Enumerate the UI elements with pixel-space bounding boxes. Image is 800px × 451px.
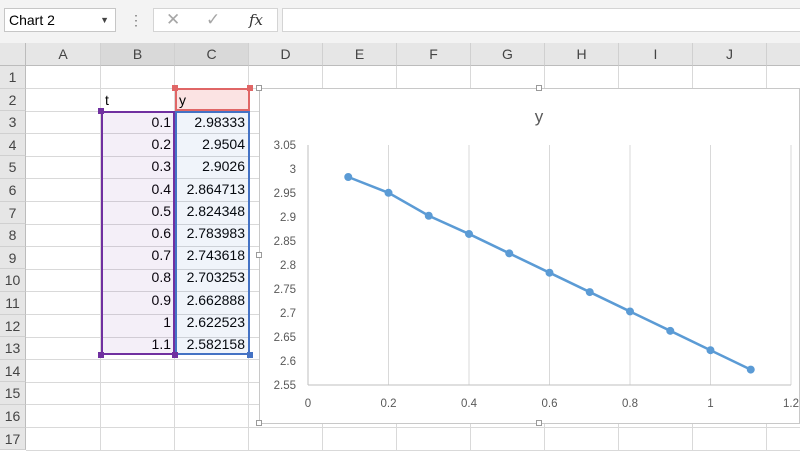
- row-header-7[interactable]: 7: [0, 201, 26, 225]
- row-header-12[interactable]: 12: [0, 314, 26, 338]
- y-tick-label: 2.7: [280, 308, 296, 320]
- y-tick-label: 3.05: [274, 140, 296, 152]
- y-tick-label: 2.8: [280, 260, 296, 272]
- data-point: [666, 326, 675, 335]
- y-tick-label: 2.55: [274, 380, 296, 392]
- chart-resize-handle[interactable]: [256, 252, 262, 258]
- y-tick-label: 2.95: [274, 188, 296, 200]
- range-handle[interactable]: [98, 108, 104, 114]
- column-header-e[interactable]: E: [323, 43, 397, 66]
- range-handle[interactable]: [247, 85, 253, 91]
- y-tick-label: 3: [290, 164, 296, 176]
- data-point: [384, 188, 393, 197]
- row-header-14[interactable]: 14: [0, 359, 26, 383]
- range-highlight-header: [175, 88, 250, 111]
- chart-title: y: [535, 107, 544, 126]
- row-header-6[interactable]: 6: [0, 179, 26, 202]
- enter-icon[interactable]: ✓: [206, 10, 220, 30]
- data-point: [585, 288, 594, 297]
- column-header-i[interactable]: I: [619, 43, 693, 66]
- data-point: [545, 268, 554, 277]
- chart-resize-handle[interactable]: [536, 85, 542, 91]
- chart-svg: y 0 0.2 0.4 0.6 0.8 1 1.2 2.55 2.6 2.65 2.7 2.75 2.8…: [274, 107, 799, 410]
- column-header-partial[interactable]: [767, 43, 800, 66]
- chart-resize-handle[interactable]: [536, 420, 542, 426]
- insert-function-icon[interactable]: fx: [249, 11, 263, 29]
- column-header-h[interactable]: H: [545, 43, 619, 66]
- range-handle[interactable]: [98, 352, 104, 358]
- data-point: [344, 173, 353, 182]
- name-box[interactable]: Chart 2 ▼: [4, 8, 116, 32]
- x-tick-label: 0.8: [622, 398, 638, 410]
- row-header-11[interactable]: 11: [0, 292, 26, 315]
- chart-resize-handle[interactable]: [256, 85, 262, 91]
- data-point: [505, 249, 514, 258]
- column-header-a[interactable]: A: [26, 43, 101, 66]
- row-header-8[interactable]: 8: [0, 224, 26, 247]
- data-point: [465, 229, 473, 238]
- range-highlight-y: [175, 111, 250, 355]
- x-tick-label: 1: [707, 398, 713, 410]
- row-header-16[interactable]: 16: [0, 405, 26, 428]
- y-tick-label: 2.65: [274, 332, 296, 344]
- data-point: [706, 346, 715, 355]
- row-header-5[interactable]: 5: [0, 156, 26, 179]
- range-highlight-t: [101, 111, 175, 355]
- x-tick-label: 0.2: [381, 398, 397, 410]
- chevron-down-icon[interactable]: ▼: [100, 9, 109, 31]
- row-header-4[interactable]: 4: [0, 133, 26, 157]
- column-header-f[interactable]: F: [397, 43, 471, 66]
- data-point: [626, 307, 634, 316]
- row-header-3[interactable]: 3: [0, 111, 26, 134]
- row-header-10[interactable]: 10: [0, 269, 26, 292]
- row-header-15[interactable]: 15: [0, 382, 26, 405]
- y-tick-label: 2.6: [280, 356, 296, 368]
- formula-input[interactable]: [282, 8, 800, 32]
- row-header-1[interactable]: 1: [0, 66, 26, 89]
- y-tick-label: 2.9: [280, 212, 296, 224]
- formula-bar: Chart 2 ▼ ⋮ ✕ ✓ fx: [0, 0, 800, 43]
- cancel-icon[interactable]: ✕: [166, 10, 180, 30]
- name-box-value: Chart 2: [9, 12, 55, 28]
- y-tick-label: 2.85: [274, 236, 296, 248]
- x-tick-label: 0.4: [461, 398, 478, 410]
- column-header-b[interactable]: B: [101, 43, 175, 66]
- range-handle[interactable]: [247, 352, 253, 358]
- row-header-2[interactable]: 2: [0, 88, 26, 112]
- row-header-13[interactable]: 13: [0, 337, 26, 360]
- gridline: [26, 427, 800, 428]
- chart-object[interactable]: y 0 0.2 0.4 0.6 0.8 1 1.2 2.55 2.6 2.65 2.7 2.75 2.8…: [259, 88, 800, 424]
- select-all-corner[interactable]: [0, 43, 26, 66]
- range-handle[interactable]: [172, 85, 178, 91]
- formula-buttons: ✕ ✓ fx: [153, 8, 278, 32]
- data-point: [424, 211, 433, 220]
- range-handle[interactable]: [172, 352, 178, 358]
- column-header-j[interactable]: J: [693, 43, 767, 66]
- column-header-g[interactable]: G: [471, 43, 545, 66]
- data-point: [746, 365, 755, 374]
- column-header-c[interactable]: C: [175, 43, 249, 66]
- row-header-9[interactable]: 9: [0, 246, 26, 270]
- x-tick-label: 0.6: [542, 398, 558, 410]
- cell-b2[interactable]: t: [101, 89, 175, 111]
- more-options-icon[interactable]: ⋮: [129, 8, 143, 32]
- column-header-d[interactable]: D: [249, 43, 323, 66]
- chart-resize-handle[interactable]: [256, 420, 262, 426]
- y-tick-label: 2.75: [274, 284, 296, 296]
- x-tick-label: 1.2: [783, 398, 799, 410]
- x-tick-label: 0: [305, 398, 311, 410]
- row-header-17[interactable]: 17: [0, 427, 26, 451]
